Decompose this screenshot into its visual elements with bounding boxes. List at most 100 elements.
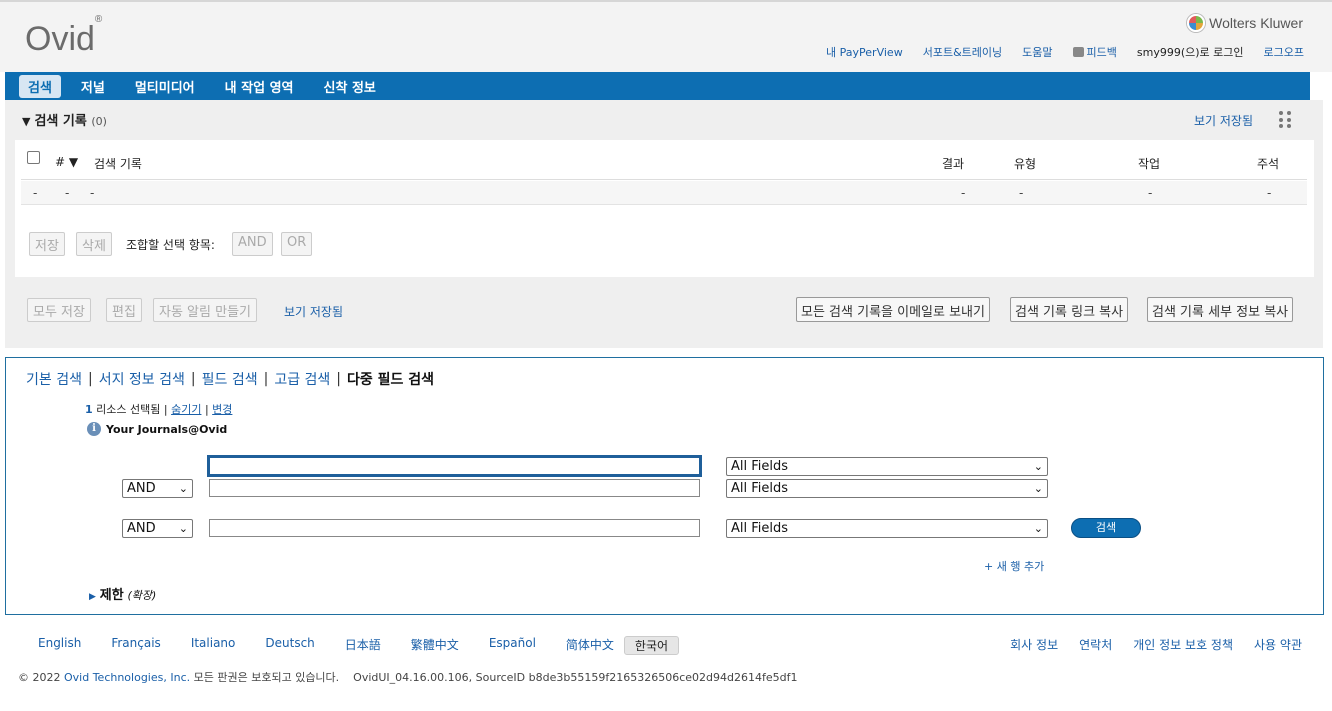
collapse-triangle-icon: ▼ bbox=[22, 115, 31, 128]
chevron-down-icon: ⌄ bbox=[1033, 482, 1043, 495]
nav-search[interactable]: 검색 bbox=[19, 74, 61, 98]
brand-text: Wolters Kluwer bbox=[1209, 15, 1303, 31]
lang-english[interactable]: English bbox=[38, 636, 81, 655]
create-alert-button[interactable]: 자동 알림 만들기 bbox=[153, 298, 257, 322]
logout-link[interactable]: 로그오프 bbox=[1264, 44, 1304, 60]
company-link[interactable]: Ovid Technologies, Inc. bbox=[64, 671, 190, 684]
nav-whats-new[interactable]: 신착 정보 bbox=[314, 74, 386, 99]
expand-triangle-icon: ▶ bbox=[89, 592, 96, 602]
build-info: OvidUI_04.16.00.106, SourceID b8de3b5515… bbox=[353, 671, 798, 684]
footer-privacy[interactable]: 개인 정보 보호 정책 bbox=[1133, 636, 1233, 653]
field-select-1[interactable]: All Fields ⌄ bbox=[726, 457, 1048, 476]
header: Ovid® Wolters Kluwer 내 PayPerView 서포트&트레… bbox=[0, 2, 1332, 72]
email-history-button[interactable]: 모든 검색 기록을 이메일로 보내기 bbox=[796, 297, 990, 322]
chevron-down-icon: ⌄ bbox=[178, 522, 188, 535]
save-all-button[interactable]: 모두 저장 bbox=[27, 298, 91, 322]
view-saved-link[interactable]: 보기 저장됨 bbox=[284, 303, 343, 320]
chevron-down-icon: ⌄ bbox=[178, 482, 188, 495]
ovid-logo[interactable]: Ovid® bbox=[25, 14, 102, 59]
row-actions: - bbox=[1148, 186, 1153, 200]
save-button[interactable]: 저장 bbox=[29, 232, 65, 256]
row-check: - bbox=[33, 186, 38, 200]
selected-resource: i Your Journals@Ovid bbox=[87, 422, 227, 436]
tab-citation-search[interactable]: 서지 정보 검색 bbox=[99, 369, 185, 389]
edit-button[interactable]: 편집 bbox=[106, 298, 142, 322]
utility-links: 내 PayPerView 서포트&트레이닝 도움말 피드백 smy999(으)로… bbox=[826, 44, 1304, 60]
field-select-2[interactable]: All Fields ⌄ bbox=[726, 479, 1048, 498]
view-saved-link-top[interactable]: 보기 저장됨 bbox=[1194, 112, 1253, 129]
link-feedback[interactable]: 피드백 bbox=[1072, 44, 1117, 60]
operator-select-2[interactable]: AND ⌄ bbox=[122, 479, 193, 498]
lang-italian[interactable]: Italiano bbox=[191, 636, 236, 655]
tab-basic-search[interactable]: 기본 검색 bbox=[26, 369, 82, 389]
field-select-3[interactable]: All Fields ⌄ bbox=[726, 519, 1048, 538]
search-term-input-2[interactable] bbox=[209, 479, 700, 497]
footer-links: 회사 정보 연락처 개인 정보 보호 정책 사용 약관 bbox=[1010, 636, 1302, 653]
row-results: - bbox=[961, 186, 966, 200]
wolters-kluwer-logo-icon bbox=[1187, 14, 1206, 32]
login-status: smy999(으)로 로그인 bbox=[1136, 46, 1244, 59]
lang-french[interactable]: Français bbox=[111, 636, 160, 655]
hide-resources-link[interactable]: 숨기기 bbox=[171, 403, 201, 416]
col-type: 유형 bbox=[1014, 157, 1037, 171]
col-number[interactable]: # ▼ bbox=[55, 155, 78, 169]
history-count: (0) bbox=[91, 115, 107, 128]
search-term-input-1[interactable] bbox=[207, 455, 702, 477]
search-term-input-3[interactable] bbox=[209, 519, 700, 537]
resource-selected-label: 리소스 선택됨 bbox=[96, 403, 161, 416]
info-icon[interactable]: i bbox=[87, 422, 101, 436]
thumbs-up-icon bbox=[1072, 47, 1084, 57]
operator-select-3[interactable]: AND ⌄ bbox=[122, 519, 193, 538]
search-history-toggle[interactable]: ▼ 검색 기록 (0) bbox=[22, 110, 107, 129]
or-combine-button[interactable]: OR bbox=[281, 232, 313, 256]
lang-german[interactable]: Deutsch bbox=[265, 636, 314, 655]
search-mode-tabs: 기본 검색 | 서지 정보 검색 | 필드 검색 | 고급 검색 | 다중 필드 검색 bbox=[26, 369, 435, 389]
row-query: - bbox=[90, 186, 95, 200]
lang-japanese[interactable]: 日本語 bbox=[345, 636, 381, 655]
select-all-checkbox[interactable] bbox=[27, 151, 40, 164]
search-button[interactable]: 검색 bbox=[1071, 518, 1141, 538]
lang-spanish[interactable]: Español bbox=[489, 636, 536, 655]
add-row-link[interactable]: + 새 행 추가 bbox=[984, 558, 1044, 574]
logo-text: Ovid bbox=[25, 20, 95, 58]
chevron-down-icon: ⌄ bbox=[1033, 522, 1043, 535]
logo-mark: ® bbox=[94, 13, 103, 25]
col-search-history: 검색 기록 bbox=[94, 157, 142, 171]
link-payperview[interactable]: 내 PayPerView bbox=[826, 44, 903, 60]
link-help[interactable]: 도움말 bbox=[1022, 44, 1052, 60]
change-resources-link[interactable]: 변경 bbox=[212, 403, 232, 416]
footer-terms[interactable]: 사용 약관 bbox=[1254, 636, 1302, 653]
limit-label: 제한 bbox=[99, 588, 124, 603]
resource-count: 1 bbox=[85, 403, 93, 416]
row-annotations: - bbox=[1267, 186, 1272, 200]
main-nav: 검색 저널 멀티미디어 내 작업 영역 신착 정보 bbox=[5, 72, 1310, 100]
limits-toggle[interactable]: ▶ 제한 (확장) bbox=[89, 584, 156, 603]
journal-name: Your Journals@Ovid bbox=[106, 422, 228, 436]
copy-history-details-button[interactable]: 검색 기록 세부 정보 복사 bbox=[1147, 297, 1294, 322]
tab-multi-field-search[interactable]: 다중 필드 검색 bbox=[347, 369, 434, 389]
lang-traditional-chinese[interactable]: 繁體中文 bbox=[411, 636, 459, 655]
lang-korean-current[interactable]: 한국어 bbox=[623, 636, 680, 655]
link-support-training[interactable]: 서포트&트레이닝 bbox=[923, 44, 1002, 60]
resource-selection-line: 1 리소스 선택됨 | 숨기기 | 변경 bbox=[85, 403, 233, 416]
language-switcher: English Français Italiano Deutsch 日本語 繁體… bbox=[38, 636, 680, 655]
nav-journals[interactable]: 저널 bbox=[71, 74, 115, 99]
footer-contact[interactable]: 연락처 bbox=[1079, 636, 1112, 653]
feedback-label: 피드백 bbox=[1086, 46, 1117, 59]
row-type: - bbox=[1019, 186, 1024, 200]
footer-about[interactable]: 회사 정보 bbox=[1010, 636, 1058, 653]
copy-history-link-button[interactable]: 검색 기록 링크 복사 bbox=[1010, 297, 1129, 322]
nav-my-workspace[interactable]: 내 작업 영역 bbox=[215, 74, 304, 99]
copyright: © 2022 Ovid Technologies, Inc. 모든 판권은 보호… bbox=[18, 671, 798, 684]
and-combine-button[interactable]: AND bbox=[232, 232, 273, 256]
row-number: - bbox=[65, 186, 70, 200]
col-actions: 작업 bbox=[1138, 157, 1161, 171]
delete-button[interactable]: 삭제 bbox=[76, 232, 112, 256]
lang-simplified-chinese[interactable]: 简体中文 bbox=[566, 636, 614, 655]
drag-handle-icon[interactable] bbox=[1279, 111, 1291, 129]
tab-field-search[interactable]: 필드 검색 bbox=[202, 369, 258, 389]
wolters-kluwer-brand: Wolters Kluwer bbox=[1187, 14, 1303, 32]
combine-label: 조합할 선택 항목: bbox=[126, 238, 215, 252]
tab-advanced-search[interactable]: 고급 검색 bbox=[274, 369, 330, 389]
nav-multimedia[interactable]: 멀티미디어 bbox=[125, 74, 205, 99]
